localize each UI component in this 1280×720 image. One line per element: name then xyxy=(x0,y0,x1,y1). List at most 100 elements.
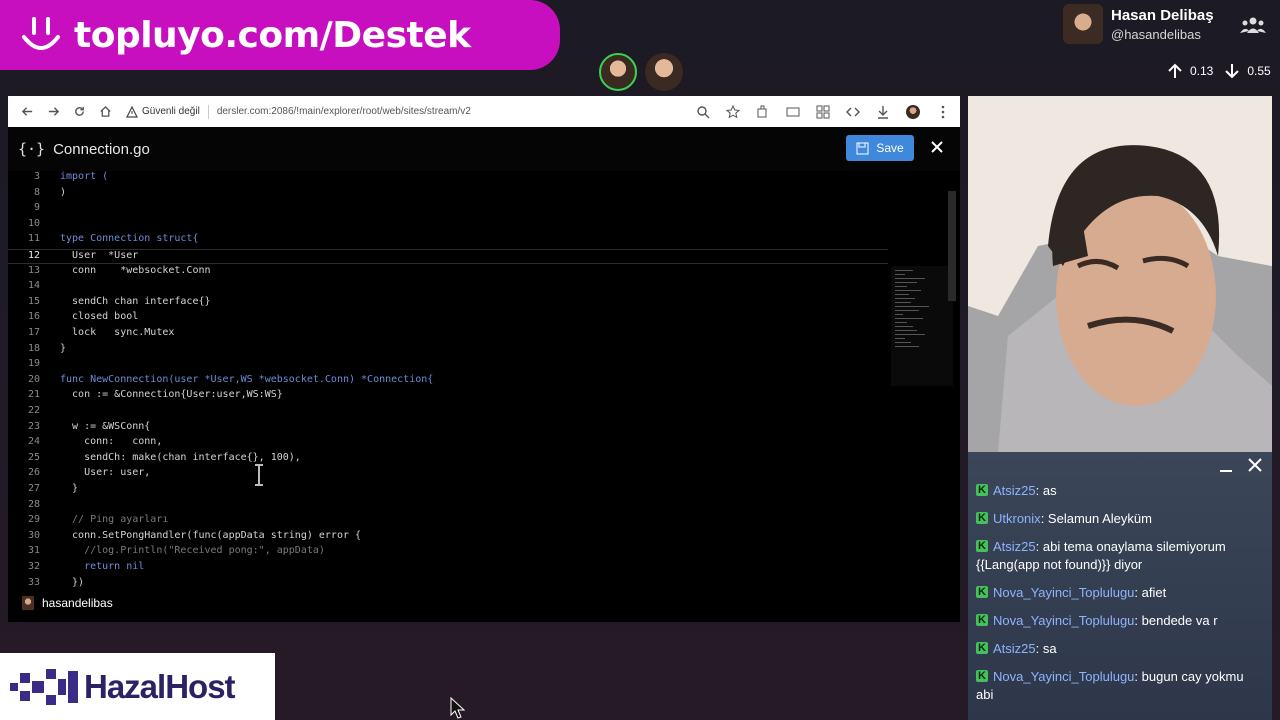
code-icon[interactable] xyxy=(846,105,860,119)
line-number: 24 xyxy=(27,436,40,448)
close-icon[interactable] xyxy=(1248,458,1262,472)
minimap-line xyxy=(895,314,903,315)
chat-username[interactable]: Nova_Yayinci_Toplulugu xyxy=(993,669,1134,684)
minimap-line xyxy=(895,326,913,327)
kick-badge-icon xyxy=(976,583,988,601)
code-line[interactable]: 8) xyxy=(8,187,888,202)
browser-toolbar: Güvenli değil dersler.com:2086/!main/exp… xyxy=(8,96,960,127)
back-icon[interactable] xyxy=(20,105,34,119)
line-number: 23 xyxy=(27,420,40,432)
avatar xyxy=(1063,4,1103,44)
forward-icon[interactable] xyxy=(46,105,60,119)
minimap[interactable] xyxy=(891,266,953,386)
line-number: 9 xyxy=(33,202,40,214)
save-button[interactable]: Save xyxy=(846,135,914,161)
chat-message: Nova_Yayinci_Toplulugu: bendede va r xyxy=(968,611,1272,630)
warning-icon[interactable] xyxy=(126,105,138,118)
chat-username[interactable]: Atsiz25 xyxy=(993,641,1036,656)
smiley-icon xyxy=(22,17,60,50)
line-number: 30 xyxy=(27,529,40,541)
url-text[interactable]: dersler.com:2086/!main/explorer/root/web… xyxy=(217,106,471,117)
code-line[interactable]: 32 return nil xyxy=(8,561,888,576)
code-line[interactable]: 16 closed bool xyxy=(8,311,888,326)
code-text: return nil xyxy=(60,561,145,572)
line-number: 25 xyxy=(27,451,40,463)
webcam-feed xyxy=(968,96,1272,452)
grid-icon[interactable] xyxy=(816,105,830,119)
code-text: // Ping ayarları xyxy=(60,514,169,526)
close-icon[interactable] xyxy=(930,140,944,154)
extensions-icon[interactable] xyxy=(756,105,770,119)
code-line[interactable]: 28 xyxy=(8,499,888,514)
network-stats: 0.13 0.55 xyxy=(1166,62,1280,80)
minimap-line xyxy=(895,342,911,343)
code-line[interactable]: 12 User *User xyxy=(8,249,888,264)
reload-icon[interactable] xyxy=(72,105,86,119)
code-line[interactable]: 22 xyxy=(8,405,888,420)
star-icon[interactable] xyxy=(726,104,740,119)
chat-username[interactable]: Nova_Yayinci_Toplulugu xyxy=(993,613,1134,628)
code-line[interactable]: 11 type Connection struct{ xyxy=(8,233,888,248)
code-line[interactable]: 3 import ( xyxy=(8,171,888,186)
code-line[interactable]: 26 User: user, xyxy=(8,467,888,482)
minimize-icon[interactable] xyxy=(1220,470,1232,472)
code-line[interactable]: 10 xyxy=(8,218,888,233)
line-number: 3 xyxy=(33,171,40,182)
code-line[interactable]: 18} xyxy=(8,343,888,358)
code-text: } xyxy=(60,483,79,494)
code-line[interactable]: 15 sendCh chan interface{} xyxy=(8,296,888,311)
speaker-avatar[interactable] xyxy=(645,53,683,91)
code-line[interactable]: 17 lock sync.Mutex xyxy=(8,327,888,342)
code-line[interactable]: 20 func NewConnection(user *User,WS *webs… xyxy=(8,374,888,389)
code-text: sendCh chan interface{} xyxy=(60,295,211,307)
code-text: User *User xyxy=(60,250,139,261)
chat-message: Atsiz25: sa xyxy=(968,639,1272,658)
banner: topluyo.com/Destek xyxy=(0,0,560,70)
sponsor-banner[interactable]: HazalHost xyxy=(0,653,275,720)
chat-username[interactable]: Atsiz25 xyxy=(993,539,1036,554)
line-number: 15 xyxy=(27,295,40,307)
code-line[interactable]: 27 } xyxy=(8,483,888,498)
chat-username[interactable]: Utkronix xyxy=(993,511,1041,526)
code-line[interactable]: 9 xyxy=(8,202,888,217)
chat-message-list: Atsiz25: asUtkronix: Selamun AleykümAtsi… xyxy=(968,481,1272,704)
code-editor[interactable]: 3 import (8) 9 10 11 type Connection struct{1… xyxy=(8,171,888,622)
banner-text: topluyo.com/Destek xyxy=(74,14,471,56)
go-file-icon: {·} xyxy=(18,140,46,158)
browser-window: Güvenli değil dersler.com:2086/!main/exp… xyxy=(8,96,960,622)
code-line[interactable]: 30 conn.SetPongHandler(func(appData stri… xyxy=(8,530,888,545)
streamer-name: Hasan Delibaş xyxy=(1111,7,1214,24)
download-icon[interactable] xyxy=(876,105,890,119)
code-line[interactable]: 24 conn: conn, xyxy=(8,436,888,451)
minimap-line xyxy=(895,286,907,287)
chat-username[interactable]: Nova_Yayinci_Toplulugu xyxy=(993,585,1134,600)
scrollbar[interactable] xyxy=(948,191,956,301)
code-line[interactable]: 23 w := &WSConn{ xyxy=(8,421,888,436)
line-number: 19 xyxy=(27,358,40,370)
menu-icon[interactable] xyxy=(936,105,950,119)
line-number: 28 xyxy=(27,498,40,510)
chat-message: Atsiz25: as xyxy=(968,481,1272,500)
zoom-icon[interactable] xyxy=(696,105,710,119)
chat-username[interactable]: Atsiz25 xyxy=(993,483,1036,498)
media-icon[interactable] xyxy=(786,105,800,119)
streamer-profile[interactable]: Hasan Delibaş @hasandelibas xyxy=(1063,4,1214,44)
code-line[interactable]: 19 xyxy=(8,358,888,373)
code-line[interactable]: 13 conn *websocket.Conn xyxy=(8,265,888,280)
separator: : xyxy=(1035,539,1043,554)
speaker-avatar-active[interactable] xyxy=(599,53,637,91)
code-line[interactable]: 29 // Ping ayarları xyxy=(8,514,888,529)
home-icon[interactable] xyxy=(98,105,112,119)
profile-avatar[interactable] xyxy=(906,104,920,119)
code-line[interactable]: 21 con := &Connection{User:user,WS:WS} xyxy=(8,389,888,404)
code-line[interactable]: 14 xyxy=(8,280,888,295)
line-number: 27 xyxy=(27,483,40,494)
code-line[interactable]: 33 }) xyxy=(8,577,888,592)
code-line[interactable]: 31 //log.Println("Received pong:", appDa… xyxy=(8,545,888,560)
code-line[interactable]: 25 sendCh: make(chan interface{}, 100), xyxy=(8,452,888,467)
sponsor-name: HazalHost xyxy=(84,667,236,705)
address-bar[interactable]: Güvenli değil dersler.com:2086/!main/exp… xyxy=(126,104,471,119)
code-text: //log.Println("Received pong:", appData) xyxy=(60,545,325,557)
kick-badge-icon xyxy=(976,639,988,657)
people-icon[interactable] xyxy=(1240,15,1266,35)
